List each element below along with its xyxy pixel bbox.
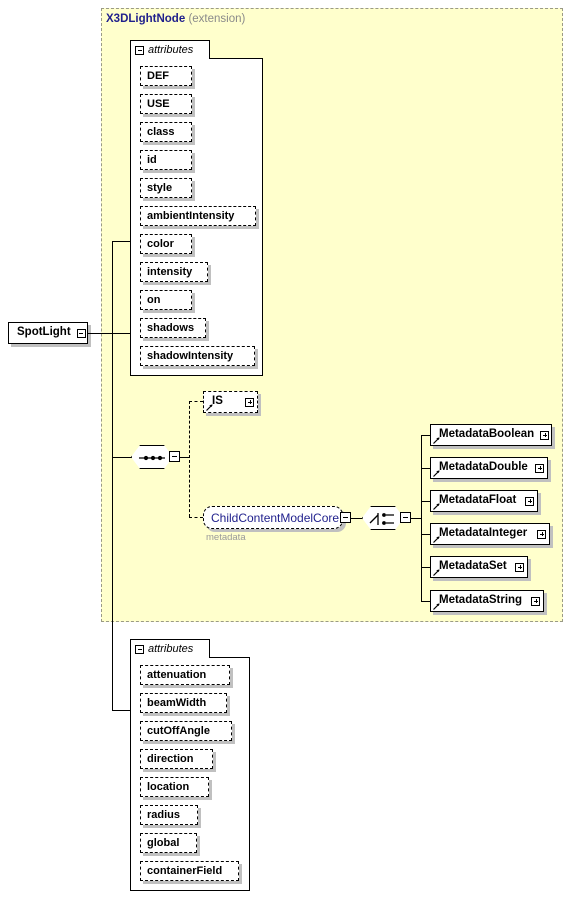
- connector-contentmodel-to-choice: [351, 518, 362, 519]
- attribute-shadowintensity-label: shadowIntensity: [147, 349, 234, 362]
- element-is[interactable]: IS: [203, 391, 258, 413]
- typeref-sublabel-metadata: metadata: [206, 532, 246, 543]
- element-metadatadouble[interactable]: MetadataDouble: [430, 457, 548, 479]
- connector-trunk-to-attributes-top: [112, 241, 132, 242]
- connector-to-metadatadouble: [421, 468, 430, 469]
- attributes-tab-own[interactable]: attributes: [130, 639, 210, 658]
- attribute-shadows-label: shadows: [147, 321, 195, 334]
- attribute-ambientintensity[interactable]: ambientIntensity: [140, 206, 256, 226]
- element-metadatainteger-label: MetadataInteger: [439, 527, 528, 540]
- expand-icon-metadatastring[interactable]: [531, 596, 540, 606]
- connector-to-metadatainteger: [421, 534, 430, 535]
- connector-trunk-to-attributes-bottom: [112, 710, 132, 711]
- element-metadatastring[interactable]: MetadataString: [430, 590, 544, 612]
- collapse-stub-sequence[interactable]: [169, 451, 180, 462]
- attributes-label-inherited: attributes: [148, 44, 194, 56]
- collapse-icon-spotlight[interactable]: [76, 328, 86, 338]
- connector-metadata-spine: [421, 435, 422, 601]
- connector-sequence-branch-vertical: [189, 401, 190, 517]
- attribute-def[interactable]: DEF: [140, 66, 192, 86]
- attribute-cutoffangle-label: cutOffAngle: [147, 724, 210, 737]
- collapse-stub-choice[interactable]: [400, 512, 411, 523]
- attribute-direction[interactable]: direction: [140, 749, 213, 769]
- attributes-tab-inherited[interactable]: attributes: [130, 40, 210, 59]
- expand-icon-metadatafloat[interactable]: [525, 496, 534, 506]
- attribute-color[interactable]: color: [140, 234, 192, 254]
- connector-trunk-vertical: [112, 241, 113, 710]
- element-metadataset[interactable]: MetadataSet: [430, 556, 528, 578]
- expand-icon-metadataset[interactable]: [515, 562, 524, 572]
- attribute-def-label: DEF: [147, 69, 169, 82]
- connector-to-metadataset: [421, 567, 430, 568]
- attribute-containerfield[interactable]: containerField: [140, 861, 239, 881]
- attribute-location-label: location: [147, 780, 190, 793]
- attribute-beamwidth-label: beamWidth: [147, 696, 207, 709]
- expand-icon-metadatadouble[interactable]: [535, 463, 544, 473]
- connector-to-metadatafloat: [421, 501, 430, 502]
- attribute-global-label: global: [147, 836, 180, 849]
- attribute-class-label: class: [147, 125, 175, 138]
- element-metadatadouble-label: MetadataDouble: [439, 461, 528, 474]
- connector-trunk-to-sequence: [112, 457, 132, 458]
- expand-icon-metadataboolean[interactable]: [540, 430, 550, 440]
- connector-branch-to-contentmodel: [189, 517, 203, 518]
- connector-choice-out: [411, 518, 421, 519]
- attribute-radius[interactable]: radius: [140, 805, 198, 825]
- attribute-intensity-label: intensity: [147, 265, 193, 278]
- connector-to-metadatastring: [421, 601, 430, 602]
- element-spotlight-label: SpotLight: [17, 326, 71, 339]
- connector-branch-to-is: [189, 401, 203, 402]
- attribute-shadows[interactable]: shadows: [140, 318, 206, 338]
- typeref-childcontentmodelcore-label: ChildContentModelCore: [211, 510, 340, 525]
- collapse-icon-attributes-own[interactable]: [135, 644, 144, 654]
- attribute-id-label: id: [147, 153, 157, 166]
- attribute-global[interactable]: global: [140, 833, 197, 853]
- attribute-use[interactable]: USE: [140, 94, 192, 114]
- element-metadataset-label: MetadataSet: [439, 560, 507, 573]
- attribute-intensity[interactable]: intensity: [140, 262, 208, 282]
- attribute-color-label: color: [147, 237, 174, 250]
- attribute-beamwidth[interactable]: beamWidth: [140, 693, 227, 713]
- attribute-radius-label: radius: [147, 808, 181, 821]
- schema-diagram-canvas: X3DLightNode (extension) SpotLight attri…: [0, 0, 577, 913]
- element-spotlight[interactable]: SpotLight: [8, 322, 88, 344]
- element-metadatafloat-label: MetadataFloat: [439, 494, 517, 507]
- sequence-compositor[interactable]: [131, 445, 173, 469]
- attribute-shadowintensity[interactable]: shadowIntensity: [140, 346, 255, 366]
- element-metadatainteger[interactable]: MetadataInteger: [430, 523, 550, 545]
- attribute-on-label: on: [147, 293, 161, 306]
- expand-icon-is[interactable]: [245, 397, 254, 407]
- collapse-icon-attributes-inherited[interactable]: [135, 45, 144, 55]
- attribute-ambientintensity-label: ambientIntensity: [147, 209, 235, 222]
- extension-title: X3DLightNode (extension): [106, 13, 245, 25]
- element-is-label: IS: [212, 395, 223, 408]
- attribute-id[interactable]: id: [140, 150, 192, 170]
- typeref-childcontentmodelcore[interactable]: ChildContentModelCore: [203, 506, 343, 529]
- attribute-containerfield-label: containerField: [147, 864, 223, 877]
- element-metadatastring-label: MetadataString: [439, 594, 523, 607]
- extension-type-name: X3DLightNode: [106, 13, 186, 25]
- extension-kind-label: (extension): [188, 13, 246, 25]
- attribute-attenuation[interactable]: attenuation: [140, 665, 230, 685]
- attribute-cutoffangle[interactable]: cutOffAngle: [140, 721, 232, 741]
- connector-to-metadataboolean: [421, 435, 430, 436]
- connector-sequence-out: [180, 457, 189, 458]
- attribute-direction-label: direction: [147, 752, 194, 765]
- attribute-location[interactable]: location: [140, 777, 209, 797]
- element-metadataboolean[interactable]: MetadataBoolean: [430, 424, 552, 446]
- collapse-stub-contentmodel[interactable]: [340, 512, 351, 523]
- attribute-attenuation-label: attenuation: [147, 668, 207, 681]
- attributes-label-own: attributes: [148, 643, 194, 655]
- element-metadatafloat[interactable]: MetadataFloat: [430, 490, 538, 512]
- attribute-class[interactable]: class: [140, 122, 192, 142]
- expand-icon-metadatainteger[interactable]: [537, 529, 546, 539]
- attribute-style[interactable]: style: [140, 178, 192, 198]
- attribute-style-label: style: [147, 181, 173, 194]
- element-metadataboolean-label: MetadataBoolean: [439, 428, 535, 441]
- attribute-on[interactable]: on: [140, 290, 192, 310]
- attribute-use-label: USE: [147, 97, 170, 110]
